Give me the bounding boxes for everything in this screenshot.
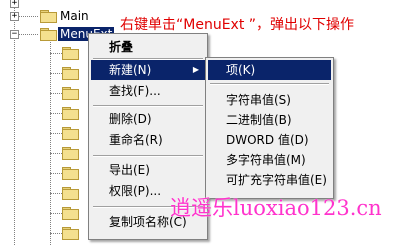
folder-icon [62,167,79,180]
tree-line [50,113,62,114]
folder-icon [62,107,79,120]
menu-item-label: 二进制值(B) [226,113,292,127]
tree-node-main[interactable]: Main [60,9,89,23]
collapse-icon[interactable]: − [10,30,19,39]
folder-icon [62,87,79,100]
expand-icon[interactable]: + [10,0,19,8]
folder-icon [62,207,79,220]
menu-item-rename[interactable]: 重命名(R) [91,130,205,150]
tree-line [50,153,62,154]
submenu-item-string-value[interactable]: 字符串值(S) [208,90,331,110]
menu-item-label: 多字符串值(M) [226,153,306,167]
tree-line [50,133,62,134]
menu-item-label: 折叠 [109,40,134,54]
tree-line [50,193,62,194]
submenu-item-key[interactable]: 项(K) [208,60,331,80]
menu-item-label: 删除(D) [109,112,152,126]
folder-icon [62,47,79,60]
tree-line [50,213,62,214]
menu-item-label: 导出(E) [109,163,150,177]
expand-icon[interactable]: + [10,12,19,21]
tree-line [50,173,62,174]
menu-item-label: 项(K) [226,63,256,77]
tree-line [50,93,62,94]
menu-item-delete[interactable]: 删除(D) [91,109,205,129]
folder-icon [62,67,79,80]
folder-icon [40,10,57,23]
submenu-arrow-icon: ▶ [192,65,199,74]
submenu-item-binary-value[interactable]: 二进制值(B) [208,110,331,130]
annotation-text: 右键单击“MenuExt ”，弹出以下操作 [120,17,355,33]
menu-separator [93,105,203,107]
menu-item-collapse[interactable]: 折叠 [91,37,205,57]
menu-item-label: 字符串值(S) [226,93,291,107]
folder-icon [62,187,79,200]
submenu-item-multi-string-value[interactable]: 多字符串值(M) [208,150,331,170]
menu-item-new[interactable]: 新建(N) ▶ [91,60,205,80]
menu-item-label: DWORD 值(D) [226,133,309,147]
menu-item-label: 查找(F)... [109,84,161,98]
menu-item-label: 重命名(R) [109,133,163,147]
menu-item-label: 新建(N) [109,63,152,77]
new-submenu: 项(K) 字符串值(S) 二进制值(B) DWORD 值(D) 多字符串值(M)… [205,57,334,199]
folder-icon [62,147,79,160]
tree-line [50,73,62,74]
submenu-item-expandable-string-value[interactable]: 可扩充字符串值(E) [208,170,331,190]
folder-icon [62,127,79,140]
folder-icon [62,227,79,240]
menu-item-label: 可扩充字符串值(E) [226,173,327,187]
menu-item-find[interactable]: 查找(F)... [91,81,205,101]
menu-item-export[interactable]: 导出(E) [91,160,205,180]
tree-line [50,233,62,234]
menu-separator [210,83,329,85]
submenu-item-dword-value[interactable]: DWORD 值(D) [208,130,331,150]
folder-icon [40,28,57,41]
watermark-text: 逍遥乐luoxiao123.cn [170,196,382,220]
menu-item-label: 权限(P)... [109,184,162,198]
menu-separator [93,155,203,157]
tree-line [50,53,62,54]
